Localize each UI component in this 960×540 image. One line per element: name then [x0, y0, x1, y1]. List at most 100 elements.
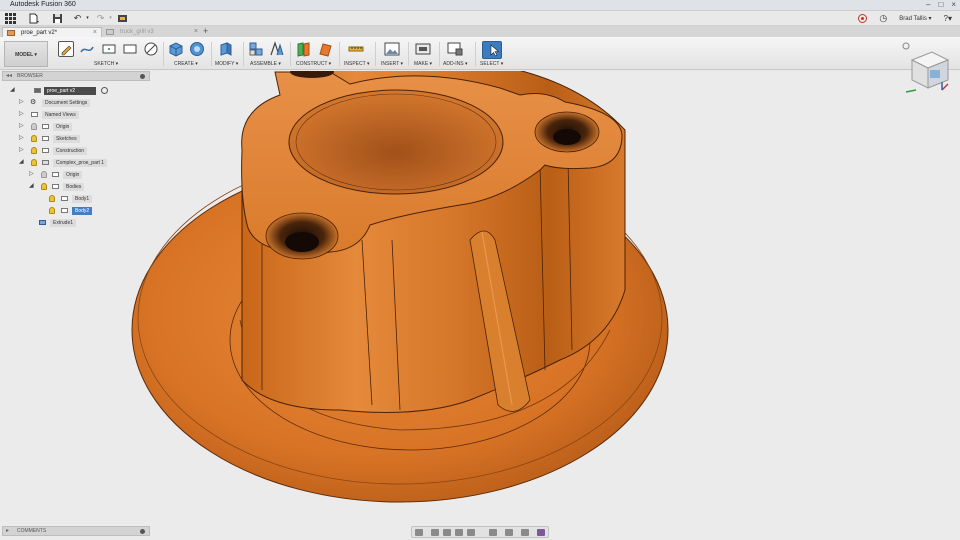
document-tab-bar: proe_part v2* × truck_grill v3 × + — [0, 26, 960, 37]
file-menu-icon[interactable] — [28, 13, 39, 24]
select-group-label[interactable]: SELECT ▾ — [480, 61, 503, 67]
minimize-icon[interactable]: – — [926, 0, 930, 9]
expand-arrow-icon[interactable]: ▷ — [19, 134, 25, 143]
make-group-label[interactable]: MAKE ▾ — [414, 61, 432, 67]
toolbar-divider — [163, 42, 164, 66]
collapse-arrow-icon[interactable]: ◢ — [10, 86, 16, 95]
clock-icon[interactable]: ◷ — [879, 13, 887, 24]
redo-dropdown-icon[interactable]: ▾ — [105, 13, 116, 24]
joint-icon[interactable] — [269, 41, 285, 57]
visibility-bulb-icon[interactable] — [49, 195, 55, 202]
add-comment-icon[interactable] — [140, 529, 145, 534]
visibility-bulb-icon[interactable] — [41, 171, 47, 178]
3d-print-icon[interactable] — [415, 41, 431, 57]
display-settings-icon[interactable] — [489, 529, 497, 536]
pan-icon[interactable] — [443, 529, 451, 536]
job-status-icon[interactable] — [117, 13, 128, 24]
part-doc-icon — [106, 29, 114, 35]
title-bar: Autodesk Fusion 360 – □ × — [0, 0, 960, 11]
visibility-bulb-icon[interactable] — [31, 135, 37, 142]
new-component-icon[interactable] — [248, 41, 264, 57]
look-at-icon[interactable] — [431, 529, 439, 536]
tab-truck-grill[interactable]: truck_grill v3 × — [102, 27, 202, 37]
body-icon — [61, 208, 68, 213]
browser-title: BROWSER — [17, 73, 43, 79]
toolbar-divider — [339, 42, 340, 66]
viewports-icon[interactable] — [521, 529, 529, 536]
insert-group-label[interactable]: INSERT ▾ — [381, 61, 403, 67]
zoom-icon[interactable] — [455, 529, 463, 536]
visibility-bulb-icon[interactable] — [31, 159, 37, 166]
workspace-switcher[interactable]: MODEL ▾ — [4, 41, 48, 67]
folder-icon — [52, 184, 59, 189]
tree-item-label: Body1 — [72, 194, 93, 203]
fit-icon[interactable] — [467, 529, 475, 536]
scripts-addins-icon[interactable] — [447, 41, 463, 57]
save-icon[interactable] — [52, 13, 63, 24]
tab-proe-part[interactable]: proe_part v2* × — [2, 27, 102, 37]
activate-radio-icon[interactable] — [101, 87, 108, 94]
insert-image-icon[interactable] — [384, 41, 400, 57]
visibility-bulb-icon[interactable] — [41, 183, 47, 190]
press-pull-icon[interactable] — [218, 41, 234, 57]
rectangle-icon[interactable] — [101, 41, 117, 57]
document-icon — [34, 88, 41, 93]
sphere-icon[interactable] — [189, 41, 205, 57]
sketch-group-label[interactable]: SKETCH ▾ — [94, 61, 118, 67]
collapse-panel-icon[interactable]: ◂◂ — [6, 72, 12, 81]
folder-icon — [42, 148, 49, 153]
user-menu[interactable]: Brad Tallis ▾ — [899, 15, 931, 22]
grid-settings-icon[interactable] — [505, 529, 513, 536]
expand-arrow-icon[interactable]: ▷ — [19, 110, 25, 119]
quick-access-right: ◷ Brad Tallis ▾ ?▾ — [858, 13, 952, 24]
undo-dropdown-icon[interactable]: ▾ — [82, 13, 93, 24]
maximize-icon[interactable]: □ — [938, 0, 943, 9]
help-icon[interactable]: ?▾ — [944, 14, 952, 23]
panel-pin-icon[interactable] — [140, 74, 145, 79]
offset-plane-icon[interactable] — [296, 41, 312, 57]
select-tool-button[interactable] — [482, 41, 502, 59]
visibility-bulb-icon[interactable] — [49, 207, 55, 214]
tree-item-label: Named Views — [42, 110, 79, 119]
expand-arrow-icon[interactable]: ▷ — [19, 146, 25, 155]
tree-item-label: Construction — [53, 146, 88, 155]
create-sketch-icon[interactable] — [58, 41, 74, 57]
rectangle-2-icon[interactable] — [122, 41, 138, 57]
orbit-icon[interactable] — [415, 529, 423, 536]
circle-icon[interactable] — [143, 41, 159, 57]
expand-arrow-icon[interactable]: ▷ — [29, 170, 35, 179]
measure-icon[interactable] — [348, 41, 364, 57]
addins-group-label[interactable]: ADD-INS ▾ — [443, 61, 467, 67]
ribbon-toolbar: MODEL ▾ SKETCH ▾ CREATE ▾ MODIFY ▾ ASSEM… — [0, 37, 960, 70]
tab-close-icon[interactable]: × — [194, 27, 198, 37]
toolbar-divider — [408, 42, 409, 66]
expand-arrow-icon[interactable]: ▷ — [19, 98, 25, 107]
assemble-group-label[interactable]: ASSEMBLE ▾ — [250, 61, 281, 67]
expand-arrow-icon[interactable]: ▷ — [19, 122, 25, 131]
modify-group-label[interactable]: MODIFY ▾ — [215, 61, 238, 67]
collapse-arrow-icon[interactable]: ◢ — [19, 158, 25, 167]
inspect-group-label[interactable]: INSPECT ▾ — [344, 61, 370, 67]
visibility-bulb-icon[interactable] — [31, 123, 37, 130]
construct-group-label[interactable]: CONSTRUCT ▾ — [296, 61, 331, 67]
viewcube[interactable] — [902, 40, 952, 96]
box-icon[interactable] — [168, 41, 184, 57]
new-tab-icon[interactable]: + — [203, 26, 208, 36]
comments-panel[interactable]: ▸ COMMENTS — [2, 526, 150, 536]
expand-panel-icon[interactable]: ▸ — [6, 527, 9, 536]
part-doc-icon — [7, 30, 15, 36]
create-group-label[interactable]: CREATE ▾ — [174, 61, 198, 67]
close-icon[interactable]: × — [951, 0, 956, 9]
tab-label: proe_part v2* — [21, 30, 58, 36]
browser-header[interactable]: ◂◂ BROWSER — [2, 71, 150, 81]
folder-icon — [42, 124, 49, 129]
visibility-bulb-icon[interactable] — [31, 147, 37, 154]
tree-item-label: Body2 — [72, 206, 93, 215]
tree-item-label: Origin — [53, 122, 73, 131]
record-icon[interactable] — [858, 14, 868, 23]
collapse-arrow-icon[interactable]: ◢ — [29, 182, 35, 191]
line-icon[interactable] — [79, 41, 95, 57]
plane-at-angle-icon[interactable] — [317, 41, 333, 57]
data-panel-grid-icon[interactable] — [5, 13, 16, 24]
environment-icon[interactable] — [537, 529, 545, 536]
